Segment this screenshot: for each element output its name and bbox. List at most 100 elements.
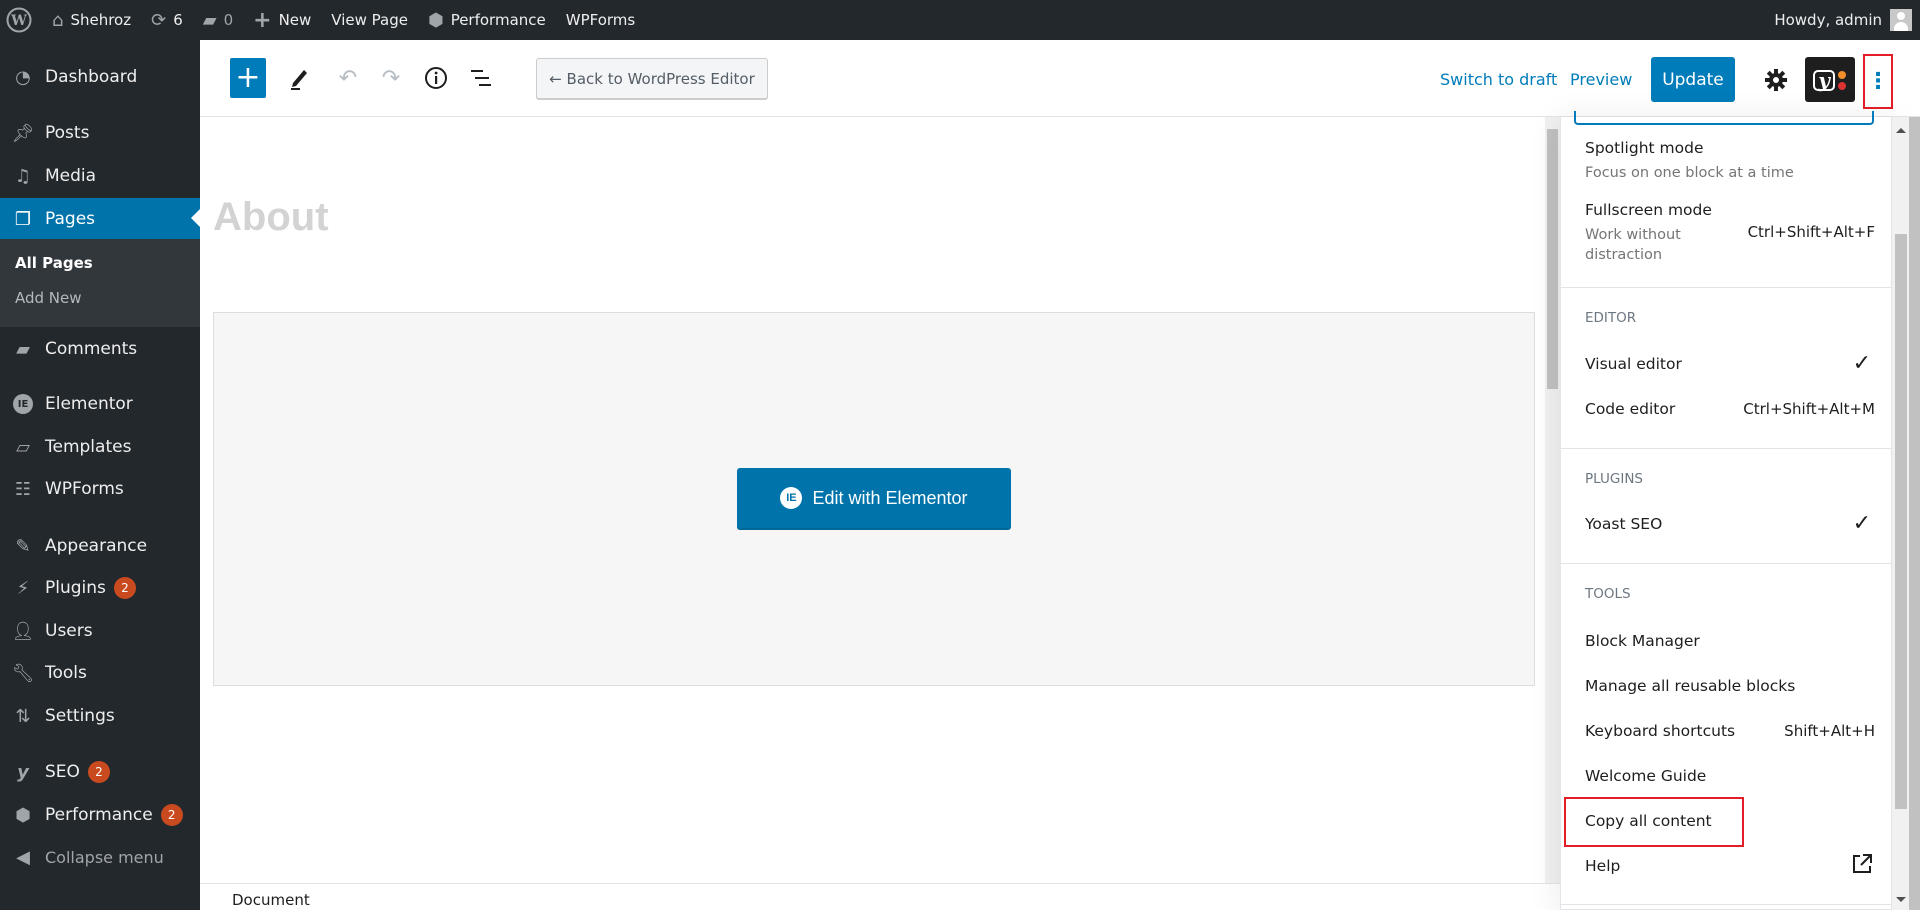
site-name-link[interactable]: ⌂ Shehroz [42,0,141,40]
collapse-arrow-icon: ◀ [16,846,30,868]
menu-item-help[interactable]: Help [1585,854,1875,875]
comment-icon: ▰ [202,9,217,31]
sidebar-item-elementor[interactable]: IE Elementor [0,384,200,424]
page-title[interactable]: About [213,195,329,240]
content-info-button[interactable] [418,58,454,98]
block-navigation-button[interactable] [464,58,500,98]
list-view-icon [471,70,491,86]
sidebar-item-users[interactable]: 👤︎ Users [0,611,200,651]
wrench-icon: 🔧︎ [11,662,35,684]
menu-separator [1561,563,1891,564]
submenu-add-new[interactable]: Add New [15,289,82,307]
scroll-up-arrow-icon[interactable] [1896,123,1906,133]
menu-item-block-manager[interactable]: Block Manager [1585,632,1875,650]
group-title-tools: Tools [1585,586,1631,602]
menu-item-welcome-guide[interactable]: Welcome Guide [1585,767,1875,785]
sidebar-item-label: Pages [45,209,96,229]
media-icon: ♫ [14,165,32,187]
folder-icon: ▱ [16,436,30,458]
scroll-down-arrow-icon[interactable] [1896,897,1906,907]
sidebar-item-performance[interactable]: ⬢ Performance 2 [0,795,200,835]
sidebar-item-dashboard[interactable]: ◔ Dashboard [0,57,200,97]
checkmark-icon: ✓ [1852,511,1871,536]
tools-button[interactable] [282,58,318,98]
menu-scrollbar[interactable] [1892,117,1909,910]
more-tools-options-button[interactable]: ⋮ [1863,54,1893,109]
updates-link[interactable]: ⟳ 6 [141,0,193,40]
menu-item-visual-editor[interactable]: Visual editor ✓ [1585,351,1875,376]
sidebar-item-seo[interactable]: y SEO 2 [0,752,200,792]
add-block-button[interactable]: + [230,58,266,98]
admin-bar: W ⌂ Shehroz ⟳ 6 ▰ 0 + New View Page ⬢ Pe… [0,0,1920,40]
sidebar-item-tools[interactable]: 🔧︎ Tools [0,653,200,693]
page-scrollbar[interactable] [1909,117,1920,910]
avatar [1890,9,1912,31]
collapse-menu-button[interactable]: ◀ Collapse menu [0,837,200,877]
content-scrollbar[interactable] [1545,117,1560,883]
menu-item-label: Visual editor [1585,355,1682,373]
checkmark-icon: ✓ [1852,351,1871,376]
plus-icon: + [235,60,261,95]
performance-badge: 2 [160,804,183,826]
new-label: New [278,11,312,29]
yoast-seo-button[interactable]: y [1805,57,1855,102]
performance-link[interactable]: ⬢ Performance [418,0,556,40]
plug-icon: ⚡︎ [16,577,30,599]
menu-item-yoast-seo[interactable]: Yoast SEO ✓ [1585,511,1875,536]
menu-item-description: Work without distraction [1585,227,1681,263]
sliders-icon: ⇅ [15,705,31,727]
breadcrumb-document[interactable]: Document [232,891,310,909]
comments-link[interactable]: ▰ 0 [193,0,243,40]
settings-button[interactable] [1756,60,1796,100]
preview-link[interactable]: Preview [1570,70,1632,89]
new-content-link[interactable]: + New [243,0,321,40]
menu-item-label: Help [1585,857,1621,875]
menu-item-spotlight-mode[interactable]: Spotlight mode Focus on one block at a t… [1585,139,1875,183]
menu-item-description: Focus on one block at a time [1585,165,1794,181]
greeting: Howdy, admin [1774,11,1882,29]
switch-to-draft-link[interactable]: Switch to draft [1440,70,1557,89]
undo-button[interactable]: ↶ [330,58,366,98]
menu-scrollbar-thumb[interactable] [1895,234,1907,809]
menu-item-fullscreen-mode[interactable]: Fullscreen mode Work without distraction… [1585,201,1875,265]
home-icon: ⌂ [52,9,64,31]
sidebar-item-posts[interactable]: 📌︎ Posts [0,113,200,153]
sidebar-item-templates[interactable]: ▱ Templates [0,427,200,467]
sidebar-item-media[interactable]: ♫ Media [0,156,200,196]
undo-icon: ↶ [338,65,358,91]
sidebar-item-label: Plugins [45,578,106,598]
back-to-wordpress-editor-button[interactable]: ← Back to WordPress Editor [536,58,768,99]
update-button[interactable]: Update [1651,57,1735,102]
menu-item-label: Keyboard shortcuts [1585,722,1736,740]
edit-with-elementor-button[interactable]: IE Edit with Elementor [737,468,1011,528]
wp-logo-button[interactable]: W [0,0,42,40]
pin-icon: 📌︎ [11,122,35,144]
account-menu[interactable]: Howdy, admin [1774,0,1920,40]
sidebar-item-label: Appearance [45,536,148,556]
menu-item-manage-reusable-blocks[interactable]: Manage all reusable blocks [1585,677,1875,695]
wpforms-link[interactable]: WPForms [556,0,645,40]
sidebar-item-label: Posts [45,123,90,143]
sidebar-item-plugins[interactable]: ⚡︎ Plugins 2 [0,568,200,608]
elementor-placeholder: IE Edit with Elementor [213,312,1535,686]
sidebar-item-comments[interactable]: ▰ Comments [0,329,200,369]
comments-count: 0 [223,11,234,29]
sidebar-item-wpforms[interactable]: ☷ WPForms [0,469,200,509]
menu-item-keyboard-shortcuts[interactable]: Keyboard shortcuts Shift+Alt+H [1585,722,1875,740]
sidebar-item-pages[interactable]: ❐ Pages [0,198,200,240]
top-menu-item-partial[interactable] [1574,111,1874,125]
sidebar-item-label: Tools [45,663,87,683]
external-link-icon [1851,853,1873,880]
sidebar-item-settings[interactable]: ⇅ Settings [0,696,200,736]
gear-icon [1765,69,1787,91]
view-page-link[interactable]: View Page [321,0,418,40]
vertical-ellipsis-icon: ⋮ [1867,69,1889,94]
editor-header: + ↶ ↷ ← Back to WordPress Editor Switch … [200,40,1920,117]
submenu-all-pages[interactable]: All Pages [15,254,93,272]
redo-button[interactable]: ↷ [373,58,409,98]
sidebar-item-appearance[interactable]: ✎ Appearance [0,526,200,566]
menu-item-code-editor[interactable]: Code editor Ctrl+Shift+Alt+M [1585,400,1875,418]
menu-separator [1561,904,1891,905]
edit-with-elementor-label: Edit with Elementor [812,487,968,508]
scrollbar-thumb[interactable] [1547,129,1558,389]
